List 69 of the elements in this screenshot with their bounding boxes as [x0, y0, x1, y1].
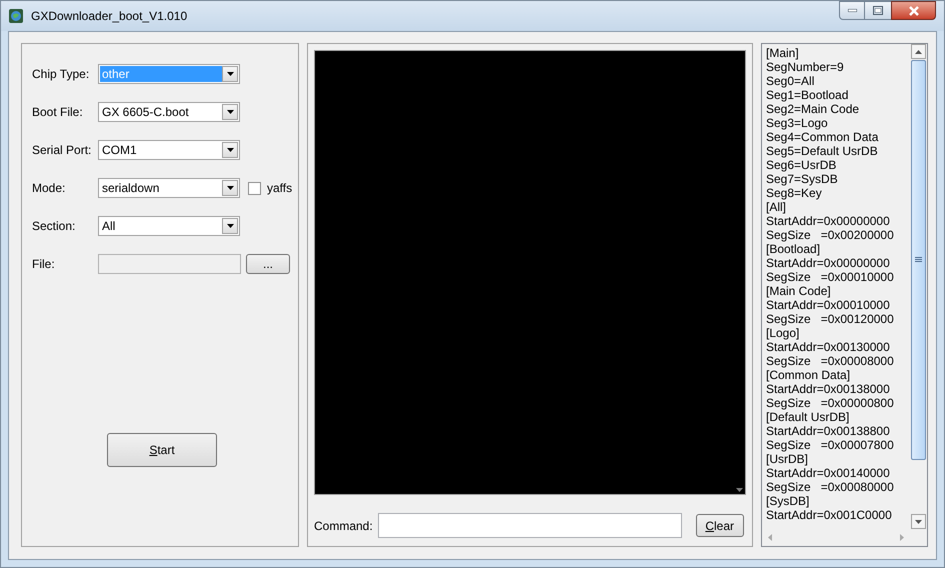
down-arrow-icon[interactable] — [736, 488, 742, 492]
config-line: Seg0=All — [766, 74, 816, 88]
caret-icon[interactable] — [226, 186, 234, 190]
start-button[interactable]: Start — [107, 433, 217, 467]
caret-icon[interactable] — [226, 72, 234, 76]
config-line: Seg8=Key — [766, 186, 823, 200]
config-line: SegSize =0x00120000 — [766, 312, 895, 326]
dropdown[interactable]: serialdown — [98, 178, 240, 198]
down-arrow-icon[interactable] — [915, 520, 922, 524]
config-line: [Logo] — [766, 326, 800, 340]
command-field[interactable] — [378, 513, 682, 538]
config-line: [Main] — [766, 46, 800, 60]
maximize-button[interactable] — [865, 1, 891, 20]
config-line: SegSize =0x00007800 — [766, 438, 895, 452]
config-line: [All] — [766, 200, 788, 214]
maximize-icon — [873, 6, 883, 15]
config-line: SegSize =0x00200000 — [766, 228, 895, 242]
config-line: Seg7=SysDB — [766, 172, 839, 186]
checkbox[interactable] — [248, 182, 261, 194]
field-label: Serial Port: — [32, 142, 92, 159]
field-label: Chip Type: — [32, 66, 90, 83]
config-line: SegSize =0x00008000 — [766, 354, 895, 368]
config-line: [SysDB] — [766, 494, 810, 508]
config-line: StartAddr=0x00130000 — [766, 340, 891, 354]
config-line: [Bootload] — [766, 242, 822, 256]
config-line: StartAddr=0x00138000 — [766, 382, 891, 396]
config-line: [Main Code] — [766, 284, 832, 298]
config-line: Seg4=Common Data — [766, 130, 880, 144]
vertical-scrollbar[interactable] — [910, 44, 927, 529]
caret-icon[interactable] — [226, 110, 234, 114]
grip-icon — [915, 257, 922, 263]
config-line: SegSize =0x00000800 — [766, 396, 895, 410]
config-line: [Default UsrDB] — [766, 410, 850, 424]
clear-button[interactable]: Clear — [696, 514, 744, 537]
app-icon — [9, 9, 23, 23]
config-line: StartAddr=0x00138800 — [766, 424, 891, 438]
config-line: SegNumber=9 — [766, 60, 845, 74]
field-label: Boot File: — [32, 104, 84, 121]
dropdown[interactable]: GX 6605-C.boot — [98, 102, 240, 122]
command-label: Command: — [314, 518, 373, 534]
close-icon — [908, 6, 920, 16]
caret-icon[interactable] — [226, 224, 234, 228]
field-label: Section: — [32, 218, 76, 235]
config-line: StartAddr=0x00140000 — [766, 466, 891, 480]
dropdown[interactable]: COM1 — [98, 140, 240, 160]
field-label: Mode: — [32, 180, 66, 197]
config-line: Seg1=Bootload — [766, 88, 850, 102]
config-line: SegSize =0x00010000 — [766, 270, 895, 284]
config-line: StartAddr=0x00010000 — [766, 298, 891, 312]
config-line: [Common Data] — [766, 368, 852, 382]
field-label: File: — [32, 256, 56, 273]
up-arrow-icon[interactable] — [915, 50, 922, 54]
config-line: StartAddr=0x00000000 — [766, 256, 891, 270]
browse-button[interactable]: ... — [246, 254, 290, 274]
config-line: [UsrDB] — [766, 452, 809, 466]
caret-icon[interactable] — [226, 148, 234, 152]
config-line: Seg5=Default UsrDB — [766, 144, 879, 158]
config-line: StartAddr=0x001C0000 — [766, 508, 893, 522]
config-line: Seg6=UsrDB — [766, 158, 838, 172]
config-line: StartAddr=0x00000000 — [766, 214, 891, 228]
dropdown[interactable]: All — [98, 216, 240, 236]
window-title: GXDownloader_boot_V1.010 — [31, 8, 188, 25]
config-line: Seg3=Logo — [766, 116, 829, 130]
minimize-button[interactable] — [839, 1, 865, 20]
checkbox-label: yaffs — [267, 180, 292, 197]
minimize-icon — [848, 9, 856, 12]
config-line: Seg2=Main Code — [766, 102, 860, 116]
config-line: SegSize =0x00080000 — [766, 480, 895, 494]
close-button[interactable] — [891, 1, 936, 20]
